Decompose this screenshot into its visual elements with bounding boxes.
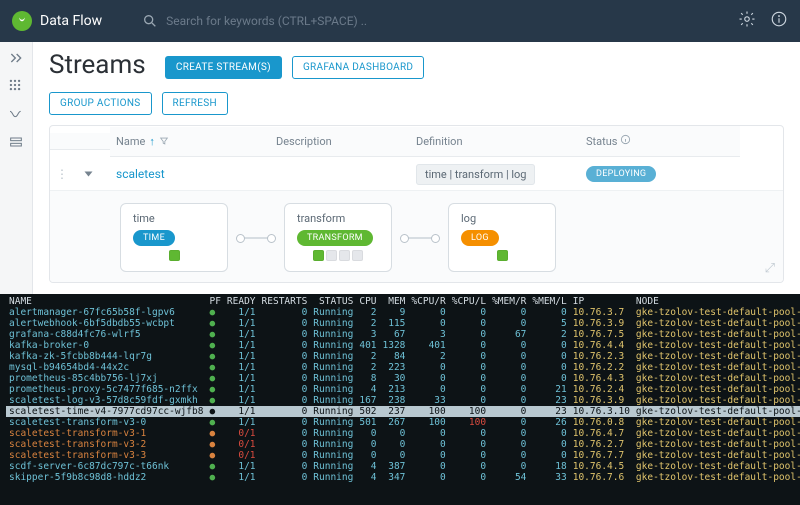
grafana-button[interactable]: GRAFANA DASHBOARD — [292, 56, 424, 79]
terminal[interactable]: NAMEPFREADYRESTARTSSTATUSCPUMEM%CPU/R%CP… — [0, 294, 800, 505]
refresh-button[interactable]: REFRESH — [162, 92, 228, 115]
info-icon[interactable] — [770, 10, 788, 32]
node-time[interactable]: time TIME — [120, 203, 228, 272]
col-description[interactable]: Description — [270, 127, 410, 157]
create-stream-button[interactable]: CREATE STREAM(S) — [165, 56, 282, 79]
info-icon[interactable] — [620, 134, 631, 145]
streams-table: Name↑ Description Definition Status ⋮ sc… — [49, 125, 784, 283]
status-badge: DEPLOYING — [586, 166, 656, 182]
streams-icon[interactable] — [8, 106, 24, 122]
connector — [240, 237, 272, 239]
stream-row[interactable]: ⋮ scaletest time | transform | log DEPLO… — [50, 157, 783, 190]
page-title: Streams — [49, 50, 146, 80]
search-icon — [142, 13, 158, 29]
topbar: Data Flow Search for keywords (CTRL+SPAC… — [0, 0, 800, 42]
row-actions-icon[interactable]: ⋮ — [50, 159, 80, 189]
group-actions-button[interactable]: GROUP ACTIONS — [49, 92, 152, 115]
logo-icon — [12, 11, 32, 31]
filter-icon[interactable] — [159, 136, 169, 146]
app-logo[interactable]: Data Flow — [12, 11, 102, 31]
tasks-icon[interactable] — [8, 134, 24, 150]
global-search[interactable]: Search for keywords (CTRL+SPACE) .. — [142, 13, 738, 29]
node-transform[interactable]: transform TRANSFORM — [284, 203, 392, 272]
expand-icon[interactable] — [85, 171, 93, 176]
main-content: Streams CREATE STREAM(S) GRAFANA DASHBOA… — [33, 42, 800, 294]
apps-icon[interactable] — [8, 78, 24, 94]
instance-indicator — [169, 250, 180, 261]
gear-icon[interactable] — [738, 10, 756, 32]
col-name[interactable]: Name↑ — [110, 127, 270, 157]
collapse-icon[interactable] — [8, 50, 24, 66]
search-placeholder: Search for keywords (CTRL+SPACE) .. — [166, 14, 367, 28]
stream-diagram: time TIME transform TRANSFORM log LOG — [50, 190, 783, 282]
col-definition[interactable]: Definition — [410, 127, 580, 157]
connector — [404, 237, 436, 239]
col-status[interactable]: Status — [580, 126, 740, 157]
node-log[interactable]: log LOG — [448, 203, 556, 272]
sidebar — [0, 42, 33, 294]
fullscreen-icon[interactable]: ⤢ — [765, 261, 775, 276]
definition-pill: time | transform | log — [416, 164, 535, 185]
app-name: Data Flow — [40, 13, 102, 29]
stream-name-cell[interactable]: scaletest — [110, 159, 270, 189]
